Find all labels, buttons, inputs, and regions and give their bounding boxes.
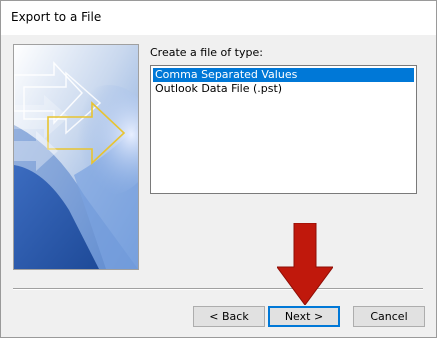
list-item-label: Comma Separated Values <box>155 68 298 81</box>
window-title: Export to a File <box>11 10 102 24</box>
wizard-banner-image <box>13 44 139 270</box>
file-type-prompt: Create a file of type: <box>150 46 263 59</box>
list-item-label: Outlook Data File (.pst) <box>155 82 283 95</box>
file-type-listbox[interactable]: Comma Separated Values Outlook Data File… <box>150 65 417 194</box>
back-button[interactable]: < Back <box>193 306 265 327</box>
separator-highlight <box>13 289 423 290</box>
dialog-body: Create a file of type: Comma Separated V… <box>1 35 436 337</box>
next-button[interactable]: Next > <box>268 306 340 327</box>
cancel-button[interactable]: Cancel <box>353 306 425 327</box>
export-dialog-window: Export to a File Create a file of type: … <box>0 0 437 338</box>
list-item-csv[interactable]: Comma Separated Values <box>153 68 414 82</box>
title-bar[interactable]: Export to a File <box>1 1 436 35</box>
list-item-pst[interactable]: Outlook Data File (.pst) <box>153 82 414 96</box>
